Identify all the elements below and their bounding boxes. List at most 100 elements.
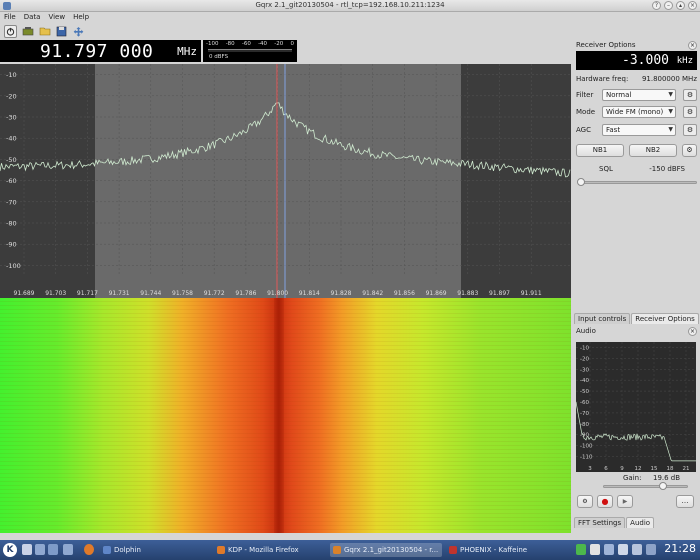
spectrum-x-tick: 91.758 bbox=[172, 290, 193, 297]
firefox-launcher-icon[interactable] bbox=[84, 544, 94, 555]
play-button[interactable]: ▶ bbox=[617, 495, 633, 508]
meter-tick: -40 bbox=[258, 41, 268, 47]
fullscreen-button[interactable] bbox=[72, 25, 85, 38]
meter-tick: -20 bbox=[274, 41, 284, 47]
panel-close-icon[interactable]: × bbox=[688, 327, 697, 336]
maximize-icon[interactable]: ▴ bbox=[676, 1, 685, 10]
agc-select[interactable]: Fast ▼ bbox=[602, 124, 676, 136]
spectrum-plot[interactable]: -10 -20 -30 -40 -50 -60 -70 -80 -90 -100 91.689 91… bbox=[0, 64, 571, 298]
kde-start-icon[interactable]: K bbox=[3, 543, 17, 557]
taskbar: K Dolphin KDP - Mozilla Firefox Gqrx 2.1… bbox=[0, 540, 700, 560]
audio-y-tick: -90 bbox=[580, 433, 589, 439]
audio-options-button[interactable]: ⚙ bbox=[577, 495, 593, 508]
updates-tray-icon[interactable] bbox=[604, 544, 614, 555]
frequency-display[interactable]: 91.797 000 MHz bbox=[0, 40, 201, 62]
terminal-icon[interactable] bbox=[35, 544, 45, 555]
window-titlebar[interactable]: Gqrx 2.1_git20130504 - rtl_tcp=192.168.1… bbox=[0, 0, 700, 12]
menu-bar: File Data View Help bbox=[0, 12, 700, 23]
spectrum-x-tick: 91.689 bbox=[14, 290, 35, 297]
wrench-icon: ⚙ bbox=[686, 91, 694, 99]
sql-label: SQL bbox=[599, 165, 613, 173]
save-button[interactable] bbox=[55, 25, 68, 38]
network-tray-icon[interactable] bbox=[576, 544, 586, 555]
task-firefox[interactable]: KDP - Mozilla Firefox bbox=[214, 543, 326, 557]
meter-tick: -100 bbox=[206, 41, 219, 47]
clock: 21:28 bbox=[664, 542, 696, 555]
spectrum-y-tick: -20 bbox=[6, 92, 17, 100]
record-icon: ● bbox=[601, 497, 609, 506]
audio-fft-plot[interactable]: -10 -20 -30 -40 -50 -60 -70 -80 -90 -100 -110 3 6 9 1… bbox=[576, 342, 696, 472]
filter-passband[interactable] bbox=[95, 64, 461, 298]
monitor-tray-icon[interactable] bbox=[646, 544, 656, 555]
close-icon[interactable]: × bbox=[688, 1, 697, 10]
squelch-slider-handle[interactable] bbox=[577, 178, 585, 186]
volume-tray-icon[interactable] bbox=[632, 544, 642, 555]
menu-file[interactable]: File bbox=[4, 12, 16, 23]
task-dolphin[interactable]: Dolphin bbox=[100, 543, 210, 557]
tab-audio[interactable]: Audio bbox=[626, 517, 655, 528]
nb1-button[interactable]: NB1 bbox=[576, 144, 624, 157]
spectrum-x-tick: 91.856 bbox=[394, 290, 415, 297]
offset-display[interactable]: -3.000 kHz bbox=[576, 51, 697, 70]
audio-gain-slider-handle[interactable] bbox=[659, 482, 667, 490]
signal-meter: -100 -80 -60 -40 -20 0 0 dBFS bbox=[203, 40, 297, 62]
pager-icon[interactable] bbox=[63, 544, 73, 555]
play-icon: ▶ bbox=[622, 498, 628, 505]
mode-select[interactable]: Wide FM (mono) ▼ bbox=[602, 106, 676, 118]
wrench-icon: ⚙ bbox=[686, 108, 694, 116]
spectrum-y-tick: -50 bbox=[6, 156, 17, 164]
menu-data[interactable]: Data bbox=[24, 12, 41, 23]
battery-tray-icon[interactable] bbox=[618, 544, 628, 555]
spectrum-y-tick: -10 bbox=[6, 71, 17, 79]
spectrum-y-tick: -90 bbox=[6, 241, 17, 249]
spectrum-x-tick: 91.842 bbox=[362, 290, 383, 297]
task-gqrx[interactable]: Gqrx 2.1_git20130504 - r... bbox=[330, 543, 442, 557]
frequency-value[interactable]: 91.797 000 bbox=[40, 41, 153, 62]
audio-y-tick: -50 bbox=[580, 389, 589, 395]
chevron-down-icon: ▼ bbox=[668, 108, 673, 115]
kaffeine-icon bbox=[449, 546, 457, 554]
spectrum-y-tick: -70 bbox=[6, 198, 17, 206]
files-icon[interactable] bbox=[48, 544, 58, 555]
device-icon bbox=[22, 27, 33, 36]
gain-value: 19.6 dB bbox=[653, 474, 681, 482]
filter-options-button[interactable]: ⚙ bbox=[683, 89, 697, 101]
mode-options-button[interactable]: ⚙ bbox=[683, 106, 697, 118]
offset-value[interactable]: -3.000 bbox=[622, 53, 669, 68]
device-button[interactable] bbox=[21, 25, 34, 38]
panel-close-icon[interactable]: × bbox=[688, 41, 697, 50]
minimize-icon[interactable]: – bbox=[664, 1, 673, 10]
clipboard-tray-icon[interactable] bbox=[590, 544, 600, 555]
sql-value: -150 dBFS bbox=[649, 165, 685, 173]
desktop-icon[interactable] bbox=[22, 544, 32, 555]
tab-fft-settings[interactable]: FFT Settings bbox=[574, 517, 626, 528]
power-button[interactable] bbox=[4, 24, 17, 38]
spectrum-graph[interactable]: -10 -20 -30 -40 -50 -60 -70 -80 -90 -100 91.689 91… bbox=[0, 64, 571, 298]
spectrum-y-tick: -40 bbox=[6, 135, 17, 143]
audio-y-tick: -10 bbox=[580, 345, 589, 351]
record-button[interactable]: ● bbox=[597, 495, 613, 508]
audio-x-tick: 3 bbox=[588, 466, 592, 472]
menu-view[interactable]: View bbox=[48, 12, 65, 23]
audio-more-button[interactable]: … bbox=[676, 495, 694, 508]
audio-gain-slider[interactable] bbox=[603, 485, 688, 488]
nb-options-button[interactable]: ⚙ bbox=[682, 144, 697, 157]
menu-help[interactable]: Help bbox=[73, 12, 89, 23]
mode-label: Mode bbox=[576, 108, 596, 116]
task-kaffeine[interactable]: PHOENIX - Kaffeine bbox=[446, 543, 558, 557]
open-button[interactable] bbox=[38, 25, 51, 38]
audio-x-tick: 12 bbox=[635, 466, 642, 472]
spectrum-x-tick: 91.744 bbox=[140, 290, 161, 297]
chevron-down-icon: ▼ bbox=[668, 126, 673, 133]
agc-options-button[interactable]: ⚙ bbox=[683, 124, 697, 136]
filter-select[interactable]: Normal ▼ bbox=[602, 89, 676, 101]
dolphin-icon bbox=[103, 546, 111, 554]
nb2-button[interactable]: NB2 bbox=[629, 144, 677, 157]
help-icon[interactable]: ? bbox=[652, 1, 661, 10]
waterfall-display[interactable] bbox=[0, 298, 571, 533]
tab-receiver-options[interactable]: Receiver Options bbox=[631, 313, 699, 324]
agc-label: AGC bbox=[576, 126, 591, 134]
tab-input-controls[interactable]: Input controls bbox=[574, 313, 631, 324]
spectrum-y-tick: -80 bbox=[6, 220, 17, 228]
squelch-slider[interactable] bbox=[578, 181, 697, 184]
